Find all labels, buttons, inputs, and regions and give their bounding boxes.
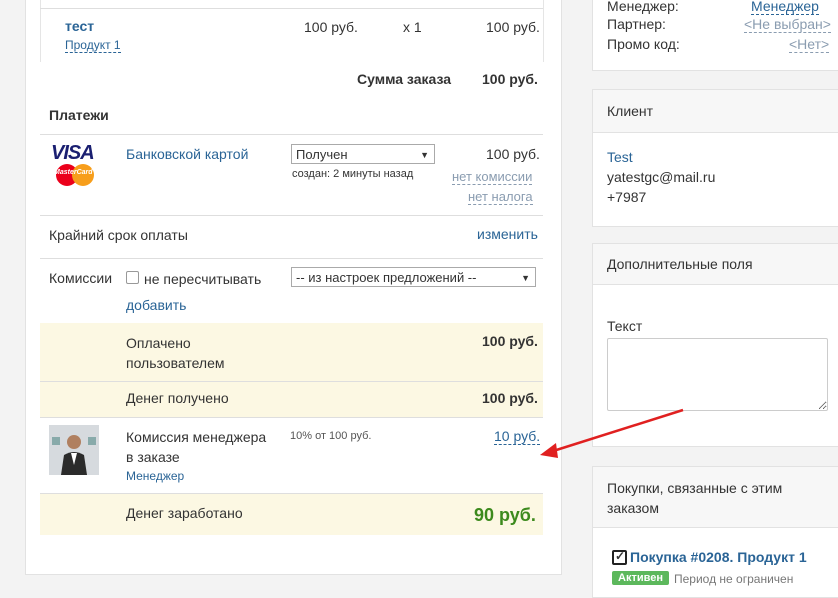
annotation-arrow xyxy=(540,408,684,458)
